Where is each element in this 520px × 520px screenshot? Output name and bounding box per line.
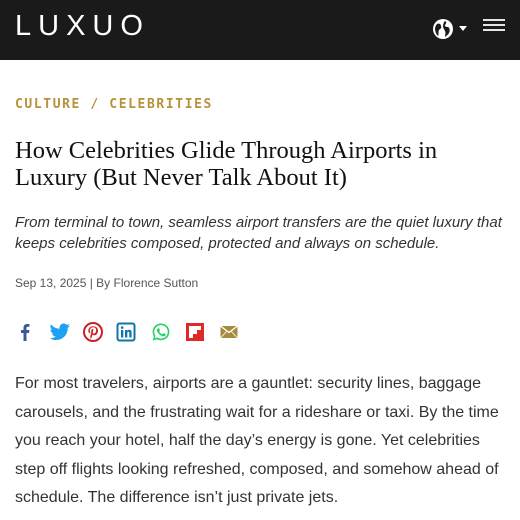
article-category-breadcrumb: CULTURE / CELEBRITIES: [15, 97, 213, 112]
email-icon[interactable]: [219, 322, 239, 342]
language-dropdown-caret-icon[interactable]: [459, 26, 467, 31]
article-title: How Celebrities Glide Through Airports i…: [15, 137, 438, 191]
facebook-icon[interactable]: [15, 322, 35, 342]
hamburger-menu-icon[interactable]: [483, 19, 505, 33]
category-link-culture[interactable]: CULTURE: [15, 97, 81, 112]
article-meta: Sep 13, 2025 | By Florence Sutton: [15, 276, 199, 290]
whatsapp-icon[interactable]: [151, 322, 171, 342]
linkedin-icon[interactable]: [116, 322, 136, 342]
pinterest-icon[interactable]: [83, 322, 103, 342]
article-standfirst: From terminal to town, seamless airport …: [15, 214, 502, 252]
site-logo[interactable]: LUXUO: [15, 10, 150, 42]
site-header: LUXUO: [0, 0, 520, 60]
flipboard-icon[interactable]: [185, 322, 205, 342]
globe-icon[interactable]: [432, 18, 454, 40]
twitter-icon[interactable]: [49, 322, 71, 342]
category-link-celebrities[interactable]: CELEBRITIES: [109, 97, 213, 112]
article-body-paragraph: For most travelers, airports are a gaunt…: [15, 375, 499, 506]
category-separator: /: [81, 97, 110, 112]
